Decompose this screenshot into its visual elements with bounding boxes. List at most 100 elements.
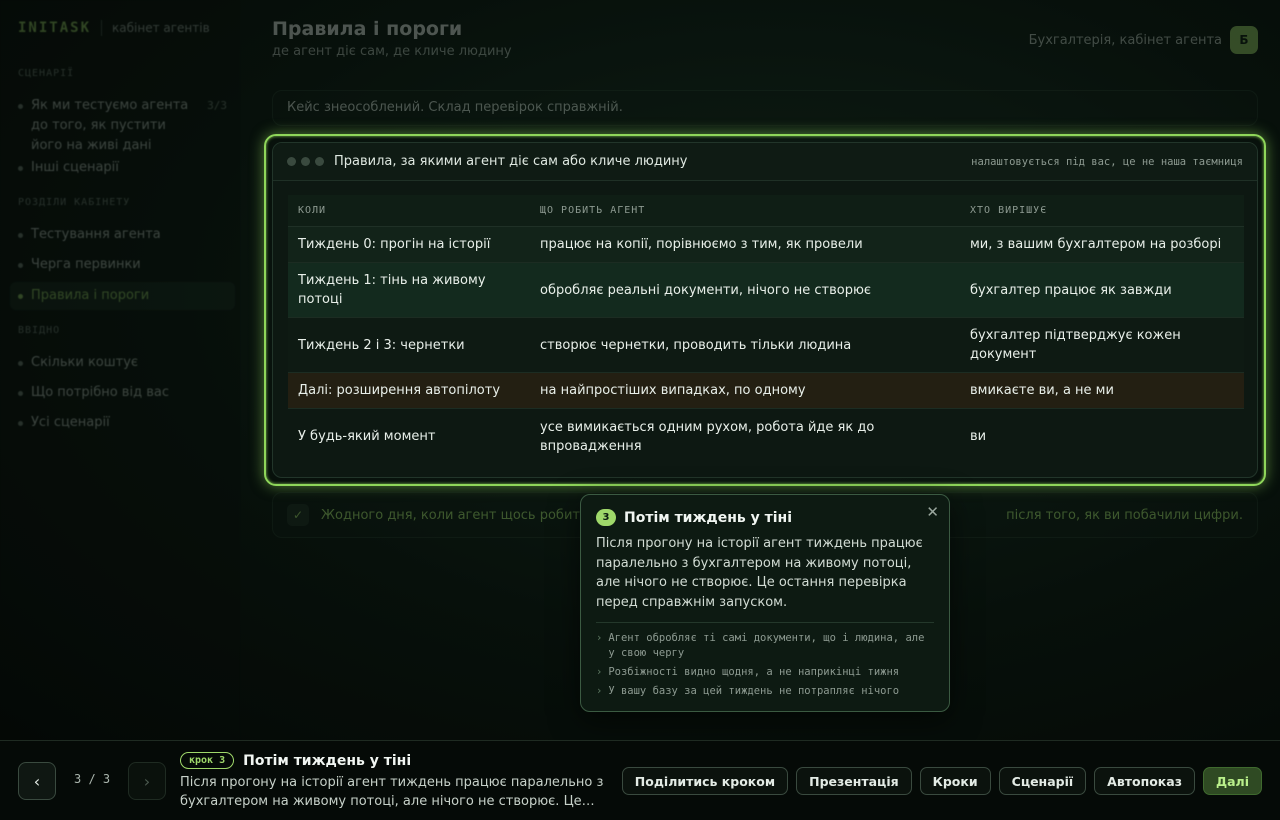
column-header-action: ЩО РОБИТЬ АГЕНТ	[540, 205, 646, 216]
table-cell: працює на копії, порівнюємо з тим, як пр…	[540, 237, 863, 252]
bullet-icon	[18, 391, 23, 396]
current-step-info: крок 3 Потім тиждень у тіні Після прогон…	[180, 752, 630, 811]
brand-divider	[101, 20, 103, 36]
sidebar-item-testing-scenario[interactable]: Як ми тестуємо агента до того, як пустит…	[10, 92, 235, 160]
page-header: Правила і пороги де агент діє сам, де кл…	[272, 18, 512, 59]
table-cell: бухгалтер підтверджує кожен документ	[970, 328, 1181, 362]
step-badge: крок 3	[180, 752, 235, 769]
bullet-icon	[18, 166, 23, 171]
brand: INITASK кабінет агентів	[18, 20, 210, 36]
chevron-right-icon: ›	[596, 632, 603, 644]
table-row: Далі: розширення автопілоту на найпрості…	[288, 373, 1244, 409]
card-header: Правила, за якими агент діє сам або клич…	[273, 143, 1257, 181]
list-item: › Агент обробляє ті самі документи, що і …	[596, 632, 925, 659]
card-title: Правила, за якими агент діє сам або клич…	[334, 154, 688, 169]
table-cell: Тиждень 2 і 3: чернетки	[298, 337, 465, 353]
page-title: Правила і пороги	[272, 18, 463, 40]
table-cell: створює чернетки, проводить тільки людин…	[540, 337, 852, 353]
next-step-button[interactable]: ›	[128, 762, 166, 800]
sidebar-item-label: Черга первинки	[31, 257, 141, 272]
table-header: КОЛИ ЩО РОБИТЬ АГЕНТ ХТО ВИРІШУЄ	[288, 195, 1244, 227]
tour-bottom-bar: ‹ 3 / 3 › крок 3 Потім тиждень у тіні Пі…	[0, 740, 1280, 820]
brand-subtitle: кабінет агентів	[112, 21, 210, 35]
column-header-decider: ХТО ВИРІШУЄ	[970, 205, 1048, 216]
table-cell: бухгалтер працює як завжди	[970, 282, 1172, 298]
step-counter: 3 / 3	[74, 772, 111, 786]
table-cell: усе вимикається одним рухом, робота йде …	[540, 419, 875, 454]
sidebar-item-label: Усі сценарії	[31, 415, 110, 430]
bullet-icon	[18, 421, 23, 426]
tooltip-body: Після прогону на історії агент тиждень п…	[596, 536, 923, 610]
list-item: › Розбіжності видно щодня, а не наприкінц…	[596, 666, 900, 678]
sidebar-section-label: СЦЕНАРІЇ	[18, 68, 75, 79]
page-subtitle: де агент діє сам, де кличе людину	[272, 44, 512, 59]
table-cell: Далі: розширення автопілоту	[298, 383, 501, 398]
assurance-text-right: після того, як ви побачили цифри.	[1006, 507, 1243, 523]
sidebar-item-all-scenarios[interactable]: Усі сценарії	[10, 409, 235, 437]
sidebar-item-label: Інші сценарії	[31, 160, 119, 175]
check-icon: ✓	[287, 504, 309, 526]
bullet-icon	[18, 263, 23, 268]
table-row: Тиждень 2 і 3: чернетки створює чернетки…	[288, 318, 1244, 373]
sidebar: INITASK кабінет агентів СЦЕНАРІЇ Як ми т…	[0, 0, 240, 740]
tooltip-title: Потім тиждень у тіні	[624, 509, 793, 526]
sidebar-item-label: Як ми тестуємо агента до того, як пустит…	[31, 98, 189, 153]
window-dots	[287, 157, 324, 166]
tooltip-bullets: › Агент обробляє ті самі документи, що і …	[596, 631, 934, 699]
bullet-icon	[18, 361, 23, 366]
step-number-badge: 3	[596, 509, 616, 526]
sidebar-item-label: Тестування агента	[31, 227, 161, 242]
tour-actions: Поділитись кроком Презентація Кроки Сцен…	[621, 767, 1262, 795]
table-row: Тиждень 0: прогін на історії працює на к…	[288, 227, 1244, 263]
table-cell: Тиждень 1: тінь на живому потоці	[298, 273, 486, 307]
sidebar-item-label: Скільки коштує	[31, 355, 139, 370]
tooltip-divider	[596, 622, 934, 623]
rules-card: Правила, за якими агент діє сам або клич…	[272, 142, 1258, 478]
table-cell: У будь-який момент	[298, 429, 436, 444]
sidebar-section-label: ВВІДНО	[18, 325, 61, 336]
tour-tooltip: 3 Потім тиждень у тіні ✕ Після прогону н…	[580, 494, 950, 712]
table-row: У будь-який момент усе вимикається одним…	[288, 409, 1244, 464]
table-cell: вмикаєте ви, а не ми	[970, 383, 1114, 398]
close-icon[interactable]: ✕	[926, 503, 939, 521]
sidebar-item-requirements[interactable]: Що потрібно від вас	[10, 379, 235, 407]
bullet-icon	[18, 233, 23, 238]
sidebar-item-label: Правила і пороги	[31, 288, 150, 303]
next-button[interactable]: Далі	[1202, 767, 1262, 795]
sidebar-item-count: 3/3	[207, 99, 227, 112]
card-meta: налаштовується під вас, це не наша таємн…	[971, 155, 1243, 168]
share-step-button[interactable]: Поділитись кроком	[621, 767, 789, 795]
table-row: Тиждень 1: тінь на живому потоці обробля…	[288, 263, 1244, 318]
sidebar-section-label: РОЗДІЛИ КАБІНЕТУ	[18, 197, 131, 208]
bullet-icon	[18, 104, 23, 109]
table-cell: на найпростіших випадках, по одному	[540, 383, 806, 398]
autoplay-button[interactable]: Автопоказ	[1094, 767, 1195, 795]
avatar[interactable]: Б	[1230, 26, 1258, 54]
step-title: Потім тиждень у тіні	[243, 752, 412, 769]
sidebar-item-other-scenarios[interactable]: Інші сценарії	[10, 154, 235, 182]
sidebar-item-agent-testing[interactable]: Тестування агента	[10, 221, 235, 249]
presentation-button[interactable]: Презентація	[796, 767, 912, 795]
sidebar-item-pricing[interactable]: Скільки коштує	[10, 349, 235, 377]
step-description: Після прогону на історії агент тиждень п…	[180, 775, 604, 809]
prev-step-button[interactable]: ‹	[18, 762, 56, 800]
bullet-icon	[18, 294, 23, 299]
org-name: Бухгалтерія, кабінет агента	[1028, 32, 1222, 48]
sidebar-item-primary-queue[interactable]: Черга первинки	[10, 251, 235, 279]
scenarios-button[interactable]: Сценарії	[998, 767, 1087, 795]
chevron-right-icon: ›	[596, 666, 603, 678]
table-cell: ми, з вашим бухгалтером на розборі	[970, 237, 1222, 252]
account-area[interactable]: Бухгалтерія, кабінет агента Б	[1029, 26, 1258, 54]
sidebar-item-label: Що потрібно від вас	[31, 385, 169, 400]
list-item: › У вашу базу за цей тиждень не потрапляє…	[596, 685, 900, 697]
app-window: INITASK кабінет агентів СЦЕНАРІЇ Як ми т…	[0, 0, 1280, 740]
chevron-right-icon: ›	[596, 685, 603, 697]
notice-banner: Кейс знеособлений. Склад перевірок справ…	[272, 90, 1258, 126]
rules-table: КОЛИ ЩО РОБИТЬ АГЕНТ ХТО ВИРІШУЄ Тиждень…	[288, 195, 1244, 464]
table-cell: Тиждень 0: прогін на історії	[298, 237, 491, 252]
brand-logo[interactable]: INITASK	[18, 20, 91, 36]
steps-button[interactable]: Кроки	[919, 767, 991, 795]
sidebar-item-rules-thresholds[interactable]: Правила і пороги	[10, 282, 235, 310]
assurance-text-left: Жодного дня, коли агент щось робить	[321, 507, 588, 523]
table-cell: ви	[970, 429, 987, 444]
